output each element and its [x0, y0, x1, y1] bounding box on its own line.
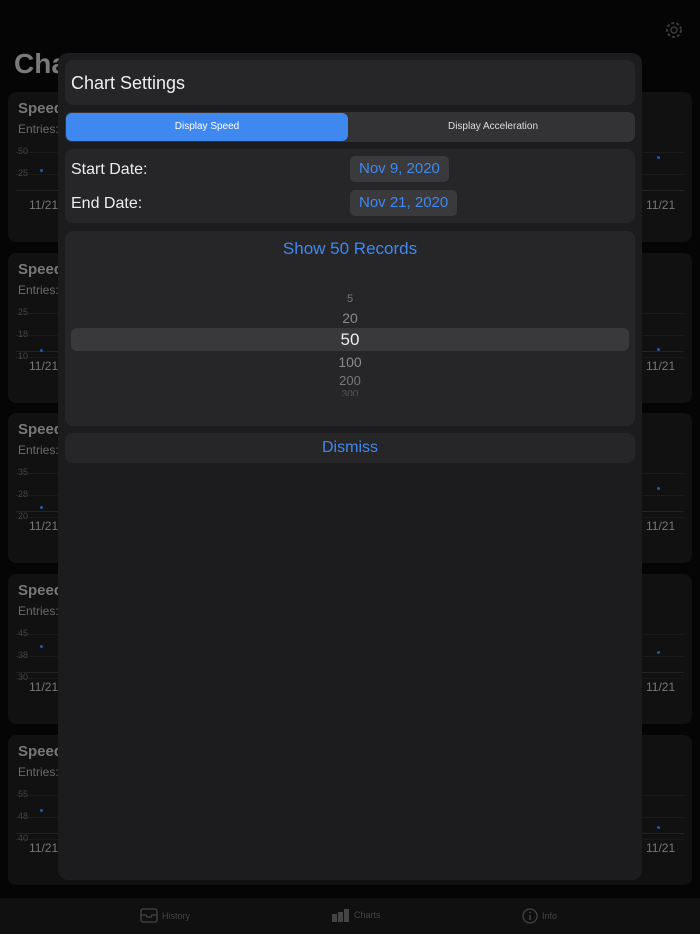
modal-title: Chart Settings	[65, 60, 635, 105]
x-tick-label: 11/21	[646, 359, 676, 373]
y-tick-label: 35	[18, 467, 29, 477]
data-point	[657, 348, 660, 351]
x-tick-label: 11/21	[29, 519, 59, 533]
picker-title: Show 50 Records	[282, 239, 418, 258]
segment-display-speed[interactable]: Display Speed	[66, 113, 348, 141]
gear-icon[interactable]	[664, 20, 684, 40]
data-point	[40, 809, 43, 812]
card-title: Speed	[18, 421, 64, 438]
records-picker-section: Show 50 Records 5 20 50 100 200 300	[65, 231, 635, 426]
picker-option[interactable]: 100	[65, 354, 635, 370]
dismiss-button[interactable]: Dismiss	[65, 433, 635, 463]
data-point	[657, 487, 660, 490]
data-point	[40, 349, 43, 352]
x-tick-label: 11/21	[29, 680, 59, 694]
tab-bar: History Charts Info	[0, 898, 700, 934]
x-tick-label: 11/21	[646, 680, 676, 694]
tray-icon	[140, 908, 158, 923]
y-tick-label: 38	[18, 650, 29, 660]
data-point	[657, 156, 660, 159]
data-point	[40, 506, 43, 509]
tab-label: History	[162, 910, 191, 921]
y-tick-label: 50	[18, 146, 29, 156]
card-title: Speed	[18, 261, 64, 278]
y-tick-label: 10	[18, 351, 29, 361]
y-tick-label: 28	[18, 489, 29, 499]
y-tick-label: 48	[18, 811, 29, 821]
tab-history[interactable]: History	[140, 908, 190, 923]
display-segmented-control: Display Speed Display Acceleration	[65, 112, 635, 142]
picker-option[interactable]: 5	[65, 293, 635, 305]
y-tick-label: 18	[18, 329, 29, 339]
chart-settings-modal: Chart Settings Display Speed Display Acc…	[58, 53, 642, 880]
segment-display-acceleration[interactable]: Display Acceleration	[352, 113, 634, 141]
x-tick-label: 11/21	[29, 198, 59, 212]
end-date-label: End Date:	[71, 195, 143, 212]
data-point	[657, 651, 660, 654]
tab-info[interactable]: Info	[522, 908, 557, 924]
card-entries: Entries:	[18, 443, 59, 457]
card-entries: Entries:	[18, 122, 59, 136]
card-title: Speed	[18, 100, 64, 117]
y-tick-label: 55	[18, 789, 29, 799]
y-tick-label: 20	[18, 511, 29, 521]
y-tick-label: 25	[18, 307, 29, 317]
start-date-picker[interactable]: Nov 9, 2020	[350, 156, 449, 182]
tab-label: Info	[542, 911, 558, 921]
x-tick-label: 11/21	[646, 198, 676, 212]
tab-label: Charts	[354, 910, 381, 920]
picker-option[interactable]: 200	[65, 373, 635, 388]
y-tick-label: 45	[18, 628, 29, 638]
data-point	[657, 826, 660, 829]
x-tick-label: 11/21	[646, 519, 676, 533]
data-point	[40, 645, 43, 648]
date-section: Start Date: Nov 9, 2020 End Date: Nov 21…	[65, 149, 635, 223]
bar-chart-icon	[332, 909, 349, 922]
data-point	[40, 169, 43, 172]
card-title: Speed	[18, 582, 64, 599]
card-entries: Entries:	[18, 765, 59, 779]
y-tick-label: 40	[18, 833, 29, 843]
x-tick-label: 11/21	[29, 359, 59, 373]
card-title: Speed	[18, 743, 64, 760]
picker-option[interactable]: 300	[65, 389, 635, 396]
tab-charts[interactable]: Charts	[332, 908, 381, 922]
start-date-label: Start Date:	[71, 161, 148, 178]
y-tick-label: 30	[18, 672, 29, 682]
picker-option-selected[interactable]: 50	[65, 330, 635, 350]
end-date-picker[interactable]: Nov 21, 2020	[350, 190, 458, 216]
x-tick-label: 11/21	[29, 841, 59, 855]
picker-option[interactable]: 20	[65, 310, 635, 326]
card-entries: Entries:	[18, 604, 59, 618]
info-icon	[522, 908, 538, 924]
x-tick-label: 11/21	[646, 841, 676, 855]
y-tick-label: 25	[18, 168, 29, 178]
card-entries: Entries:	[18, 283, 59, 297]
